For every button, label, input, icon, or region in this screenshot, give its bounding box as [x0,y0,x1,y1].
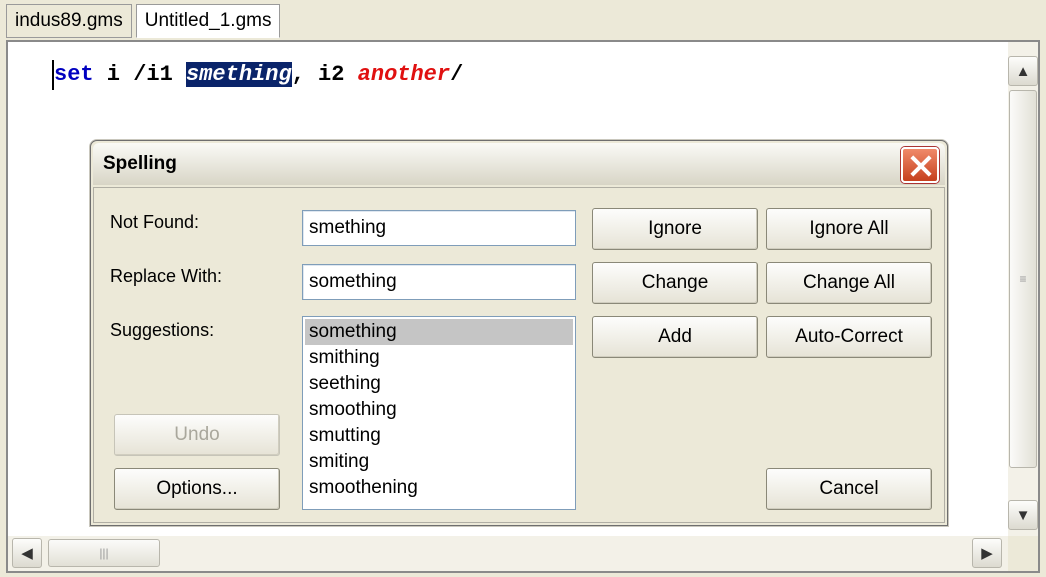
vertical-scroll-thumb[interactable]: ≡ [1009,90,1037,468]
undo-button[interactable]: Undo [114,414,280,456]
chevron-right-icon[interactable]: ▶ [972,538,1002,568]
options-button[interactable]: Options... [114,468,280,510]
suggestions-list[interactable]: something smithing seething smoothing sm… [302,316,576,510]
chevron-left-icon[interactable]: ◀ [12,538,42,568]
list-item[interactable]: smoothening [305,475,573,501]
ignore-all-button[interactable]: Ignore All [766,208,932,250]
not-found-field: smething [302,210,576,246]
list-item[interactable]: smutting [305,423,573,449]
chevron-down-icon[interactable]: ▼ [1008,500,1038,530]
list-item[interactable]: smithing [305,345,573,371]
not-found-label: Not Found: [110,212,200,232]
tab-indus89[interactable]: indus89.gms [6,4,132,38]
chevron-up-icon[interactable]: ▲ [1008,56,1038,86]
replace-with-input[interactable]: something [302,264,576,300]
keyword-set: set [54,62,94,87]
list-item[interactable]: smiting [305,449,573,475]
horizontal-scrollbar[interactable]: ◀ ||| ▶ [8,536,1008,571]
scrollbar-corner [1008,536,1038,571]
list-item[interactable]: seething [305,371,573,397]
horizontal-scroll-thumb[interactable]: ||| [48,539,160,567]
close-icon[interactable] [901,147,939,183]
code-text-end: / [450,62,464,87]
code-line[interactable]: set i /i1 smething, i2 another/ [54,60,463,90]
tab-untitled-1[interactable]: Untitled_1.gms [135,4,281,38]
cancel-button[interactable]: Cancel [766,468,932,510]
list-item[interactable]: smoothing [305,397,573,423]
suggestions-label: Suggestions: [110,320,215,340]
list-item[interactable]: something [305,319,573,345]
ignore-button[interactable]: Ignore [592,208,758,250]
replace-with-label: Replace With: [110,266,223,286]
change-all-button[interactable]: Change All [766,262,932,304]
code-text-2: , i2 [291,62,358,87]
unknown-word[interactable]: another [358,62,450,87]
add-button[interactable]: Add [592,316,758,358]
tab-bar: indus89.gms Untitled_1.gms [6,4,284,40]
auto-correct-button[interactable]: Auto-Correct [766,316,932,358]
vertical-scrollbar[interactable]: ▲ ≡ ▼ [1008,42,1038,536]
code-text: i /i1 [93,62,187,87]
dialog-title: Spelling [103,153,177,174]
change-button[interactable]: Change [592,262,758,304]
misspelled-word[interactable]: smething [186,62,292,87]
dialog-titlebar[interactable]: Spelling [93,143,945,185]
dialog-body: Not Found: Replace With: Suggestions: sm… [93,187,945,523]
spelling-dialog: Spelling Not Found: Replace With: Sugges… [90,140,948,526]
